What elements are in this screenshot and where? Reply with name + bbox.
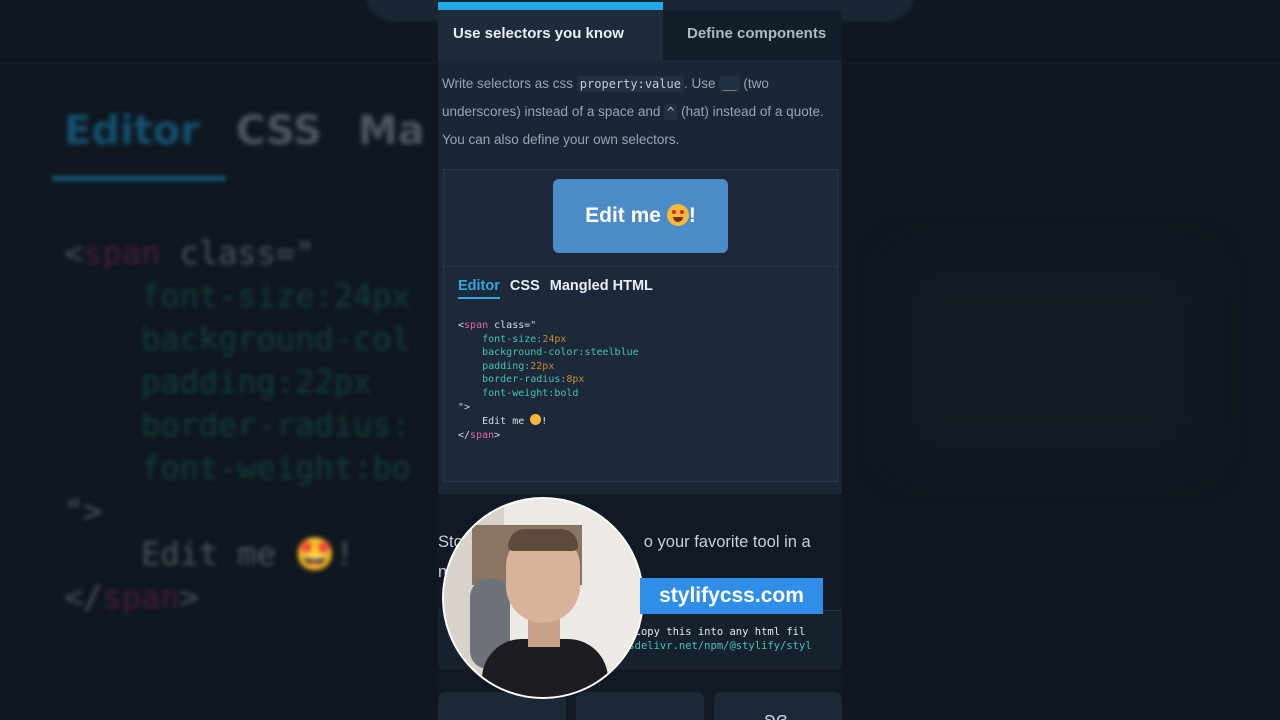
webcam-overlay xyxy=(442,497,644,699)
code-property: font-weight:bold xyxy=(482,387,579,399)
background-code-line: </span> xyxy=(64,578,199,616)
star-struck-emoji-icon-small xyxy=(530,414,542,426)
code-open-tag: span xyxy=(464,320,489,331)
background-code-line: <span class=" xyxy=(64,234,315,272)
tab-use-selectors[interactable]: Use selectors you know xyxy=(438,10,663,60)
example-card: Edit me ! Editor CSS Mangled HTML <span … xyxy=(443,169,838,482)
code-class-attr: class=" xyxy=(488,320,537,331)
code-lines: font-size:24px background-color:steelblu… xyxy=(458,334,639,399)
description-text-2: . Use xyxy=(683,76,720,91)
code-content: Edit me xyxy=(482,416,525,428)
website-badge: stylifycss.com xyxy=(640,578,823,614)
star-struck-emoji-icon xyxy=(666,204,689,226)
code-close-tag: span xyxy=(470,429,495,441)
code-property: background-color:steelblue xyxy=(482,347,639,359)
background-blob xyxy=(900,260,1200,460)
cdn-instruction: . Copy this into any html fil xyxy=(622,626,806,638)
tab-bar: Use selectors you know Define components xyxy=(438,10,842,60)
code-close-attr: "> xyxy=(458,401,471,413)
subtab-editor[interactable]: Editor xyxy=(458,278,500,299)
butterfly-icon: ʚɞ xyxy=(764,709,788,720)
subtab-css[interactable]: CSS xyxy=(510,278,540,294)
background-code-line: border-radius: xyxy=(64,406,411,444)
code-property: padding: xyxy=(482,360,531,372)
background-tab-css: CSS xyxy=(236,108,322,154)
code-editor[interactable]: <span class=" font-size:24px background-… xyxy=(458,319,639,442)
edit-me-button[interactable]: Edit me ! xyxy=(553,179,728,253)
background-code-line: background-col xyxy=(64,320,411,358)
background-tab-underline xyxy=(52,176,226,181)
code-property: font-size: xyxy=(482,333,543,345)
background-code-line: "> xyxy=(64,492,103,530)
subtab-mangled-html[interactable]: Mangled HTML xyxy=(550,278,653,294)
selectors-description: Write selectors as css property:value. U… xyxy=(442,70,842,154)
code-value: 24px xyxy=(542,333,567,345)
code-property-value: property:value xyxy=(576,76,684,92)
code-value: 8px xyxy=(566,374,585,386)
description-text-1: Write selectors as css xyxy=(442,76,577,91)
bottom-button-3[interactable]: ʚɞ xyxy=(714,692,842,720)
background-code-line: padding:22px xyxy=(64,363,373,401)
background-code: <span class=" font-size:24px background-… xyxy=(64,232,411,619)
background-code-line: font-weight:bo xyxy=(64,449,411,487)
tab-progress-bar xyxy=(438,2,663,10)
background-tab-mangled: Ma xyxy=(357,108,425,154)
code-content-suffix: ! xyxy=(541,416,548,428)
background-tabs: Editor CSS Ma xyxy=(64,108,461,154)
code-underscores: __ xyxy=(719,76,740,92)
cdn-url: jsdelivr.net/npm/@stylify/styl xyxy=(622,640,812,652)
code-property: border-radius: xyxy=(482,374,567,386)
preview-area: Edit me ! xyxy=(444,170,837,267)
background-code-line: font-size:24px xyxy=(64,277,411,315)
tab-define-components[interactable]: Define components xyxy=(687,10,826,60)
background-tab-editor: Editor xyxy=(64,108,200,154)
edit-me-suffix: ! xyxy=(688,204,696,227)
edit-me-label: Edit me xyxy=(585,204,661,227)
background-code-line: Edit me 🤩! xyxy=(64,535,355,573)
lower-text-end: o your favorite tool in a xyxy=(643,533,811,551)
code-hat: ^ xyxy=(664,104,678,120)
editor-tabs: Editor CSS Mangled HTML xyxy=(458,278,659,302)
code-value: 22px xyxy=(530,360,555,372)
